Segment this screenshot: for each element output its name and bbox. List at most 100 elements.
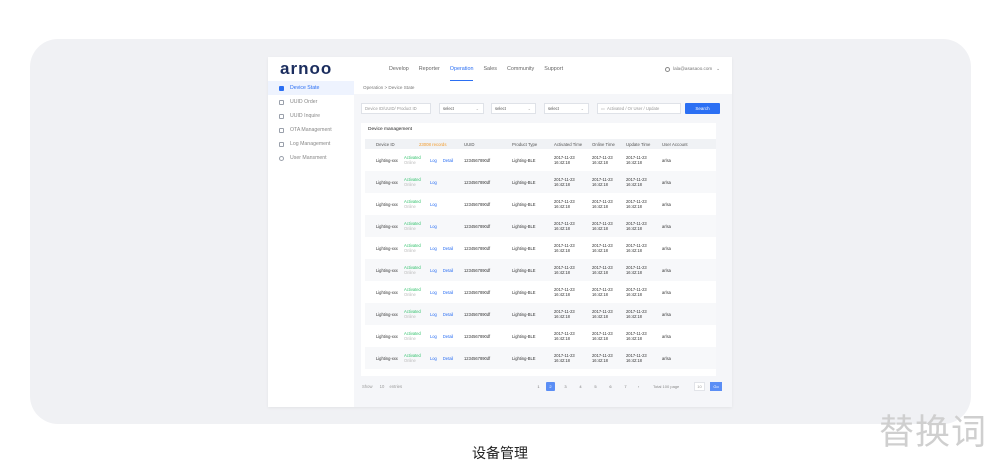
cell-device-id: Lighting-xxx [365, 347, 401, 369]
page-3[interactable]: 3 [561, 382, 570, 391]
sidebar-item-uuid-order[interactable]: UUID Order [268, 95, 354, 109]
cell-device-id: Lighting-xxx [376, 157, 398, 163]
cell-online-time: 2017-11-23 16:42:18 [592, 199, 613, 209]
page-size-value: 10 [379, 384, 385, 389]
nav-develop[interactable]: Develop [389, 57, 409, 81]
table-row: Lighting-xxx Activated Online Log Detail 1234… [365, 259, 717, 281]
sidebar-item-user-management[interactable]: User Mansment [268, 151, 354, 165]
status-online: Online [404, 248, 416, 253]
page-5[interactable]: 5 [591, 382, 600, 391]
page-1[interactable]: 1 [534, 382, 543, 391]
sidebar-item-device-state[interactable]: Device State [268, 81, 354, 95]
nav-support[interactable]: Support [544, 57, 563, 81]
detail-link[interactable]: Detail [443, 290, 453, 295]
cell-online-time: 2017-11-23 16:42:18 [589, 215, 624, 237]
detail-link[interactable]: Detail [443, 268, 453, 273]
grid-icon [279, 85, 284, 91]
table-row: Lighting-xxx Activated Online Log 1234567890… [365, 193, 716, 215]
nav-operation[interactable]: Operation [449, 57, 473, 81]
cell-online-time: 2017-11-23 16:42:18 [592, 331, 613, 341]
top-bar: arnoo Develop Reporter Operation Sales C… [268, 57, 732, 82]
user-menu[interactable]: lala@asasaoo.com ⌄ [665, 57, 720, 81]
page-size-control[interactable]: Show 10 entries [362, 381, 402, 392]
detail-link[interactable]: Detail [443, 246, 453, 251]
sidebar-item-uuid-inquire[interactable]: UUID Inquire [268, 109, 354, 123]
cell-update-time: 2017-11-23 16:42:18 [623, 171, 660, 193]
sidebar-item-label: UUID Inquire [290, 113, 320, 119]
select-filter-2[interactable]: select ⌄ [491, 103, 536, 114]
cell-activated-time: 2017-11-23 16:42:18 [551, 347, 590, 369]
page-4[interactable]: 4 [576, 382, 585, 391]
log-link[interactable]: Log [430, 268, 437, 273]
search-input[interactable]: Device ID/UUID/ Product ID [361, 103, 431, 114]
user-icon [665, 66, 671, 72]
cell-user-account: arlsa [662, 201, 671, 207]
cell-device-id: Lighting-xxx [365, 215, 401, 237]
table-row: Lighting-xxx Activated Online Log Detail 1234… [365, 303, 717, 325]
page-jump-input[interactable]: 10 [694, 382, 705, 391]
table-row: Lighting-xxx Activated Online Log 1234567890… [365, 215, 717, 237]
inquire-icon [279, 113, 284, 119]
cell-status: Activated Online [401, 325, 427, 347]
log-link[interactable]: Log [430, 312, 437, 317]
page-7[interactable]: 7 [621, 382, 630, 391]
sidebar-item-label: Device State [290, 85, 320, 91]
sidebar: Device State UUID Order UUID Inquire OTA… [268, 81, 355, 407]
col-online-time: Online Time [589, 139, 624, 149]
cell-product-type: Lighting-BLE [509, 303, 552, 325]
nav-community[interactable]: Community [507, 57, 534, 81]
select-filter-1[interactable]: select ⌄ [439, 103, 484, 114]
nav-sales[interactable]: Sales [483, 57, 497, 81]
sidebar-item-log-management[interactable]: Log Management [268, 137, 354, 151]
table-row: Lighting-xxx Activated Online Log 1234567890… [365, 171, 717, 193]
log-link[interactable]: Log [430, 158, 437, 163]
detail-link[interactable]: Detail [443, 312, 453, 317]
total-pages: Total 100 page [653, 384, 680, 389]
cell-uuid: 1234567890df [464, 289, 491, 295]
log-link[interactable]: Log [430, 202, 437, 207]
sidebar-item-ota-management[interactable]: OTA Management [268, 123, 354, 137]
entries-label: entries [389, 384, 403, 389]
go-button[interactable]: Go [710, 382, 722, 391]
log-link[interactable]: Log [430, 356, 437, 361]
detail-link[interactable]: Detail [443, 356, 453, 361]
slide-caption: 设备管理 [472, 445, 528, 461]
page-2[interactable]: 2 [546, 382, 555, 391]
cell-update-time: 2017-11-23 16:42:18 [626, 331, 647, 341]
cell-device-id: Lighting-xxx [376, 201, 398, 207]
user-email: lala@asasaoo.com [673, 66, 713, 71]
cell-uuid: 1234567890df [461, 347, 510, 369]
cell-status: Activated Online [401, 303, 427, 325]
date-range-input[interactable]: ▭ Activated / Or User / Update [597, 103, 681, 114]
cell-activated-time: 2017-11-23 16:42:18 [551, 171, 590, 193]
cell-online-time: 2017-11-23 16:42:18 [589, 171, 624, 193]
cell-status: Activated Online [401, 193, 427, 215]
log-link[interactable]: Log [430, 290, 437, 295]
log-link[interactable]: Log [430, 180, 437, 185]
cell-update-time: 2017-11-23 16:42:18 [626, 199, 647, 209]
chevron-right-icon[interactable]: › [634, 382, 643, 391]
cell-user-account: arlsa [659, 171, 717, 193]
search-button[interactable]: Search [685, 103, 720, 114]
cell-online-time: 2017-11-23 16:42:18 [589, 347, 624, 369]
detail-link[interactable]: Detail [443, 158, 453, 163]
nav-reporter[interactable]: Reporter [419, 57, 440, 81]
chevron-down-icon: ⌄ [475, 106, 479, 111]
sidebar-item-label: User Mansment [290, 155, 327, 161]
pagination: Show 10 entries 1 2 3 4 5 6 7 › Total 10… [354, 381, 732, 392]
detail-link[interactable]: Detail [443, 334, 453, 339]
sidebar-item-label: Log Management [290, 141, 331, 147]
log-link[interactable]: Log [430, 246, 437, 251]
select-filter-3[interactable]: select ⌄ [544, 103, 589, 114]
page-6[interactable]: 6 [606, 382, 615, 391]
main-nav: Develop Reporter Operation Sales Communi… [389, 57, 573, 81]
cell-uuid: 1234567890df [461, 303, 510, 325]
log-link[interactable]: Log [430, 224, 437, 229]
cell-actions: Log Detail [427, 281, 461, 303]
status-online: Online [404, 204, 416, 209]
log-link[interactable]: Log [430, 334, 437, 339]
sidebar-item-label: UUID Order [290, 99, 318, 105]
chevron-down-icon: ⌄ [580, 106, 584, 111]
cell-status: Activated Online [401, 237, 427, 259]
brand-logo[interactable]: arnoo [280, 59, 332, 79]
